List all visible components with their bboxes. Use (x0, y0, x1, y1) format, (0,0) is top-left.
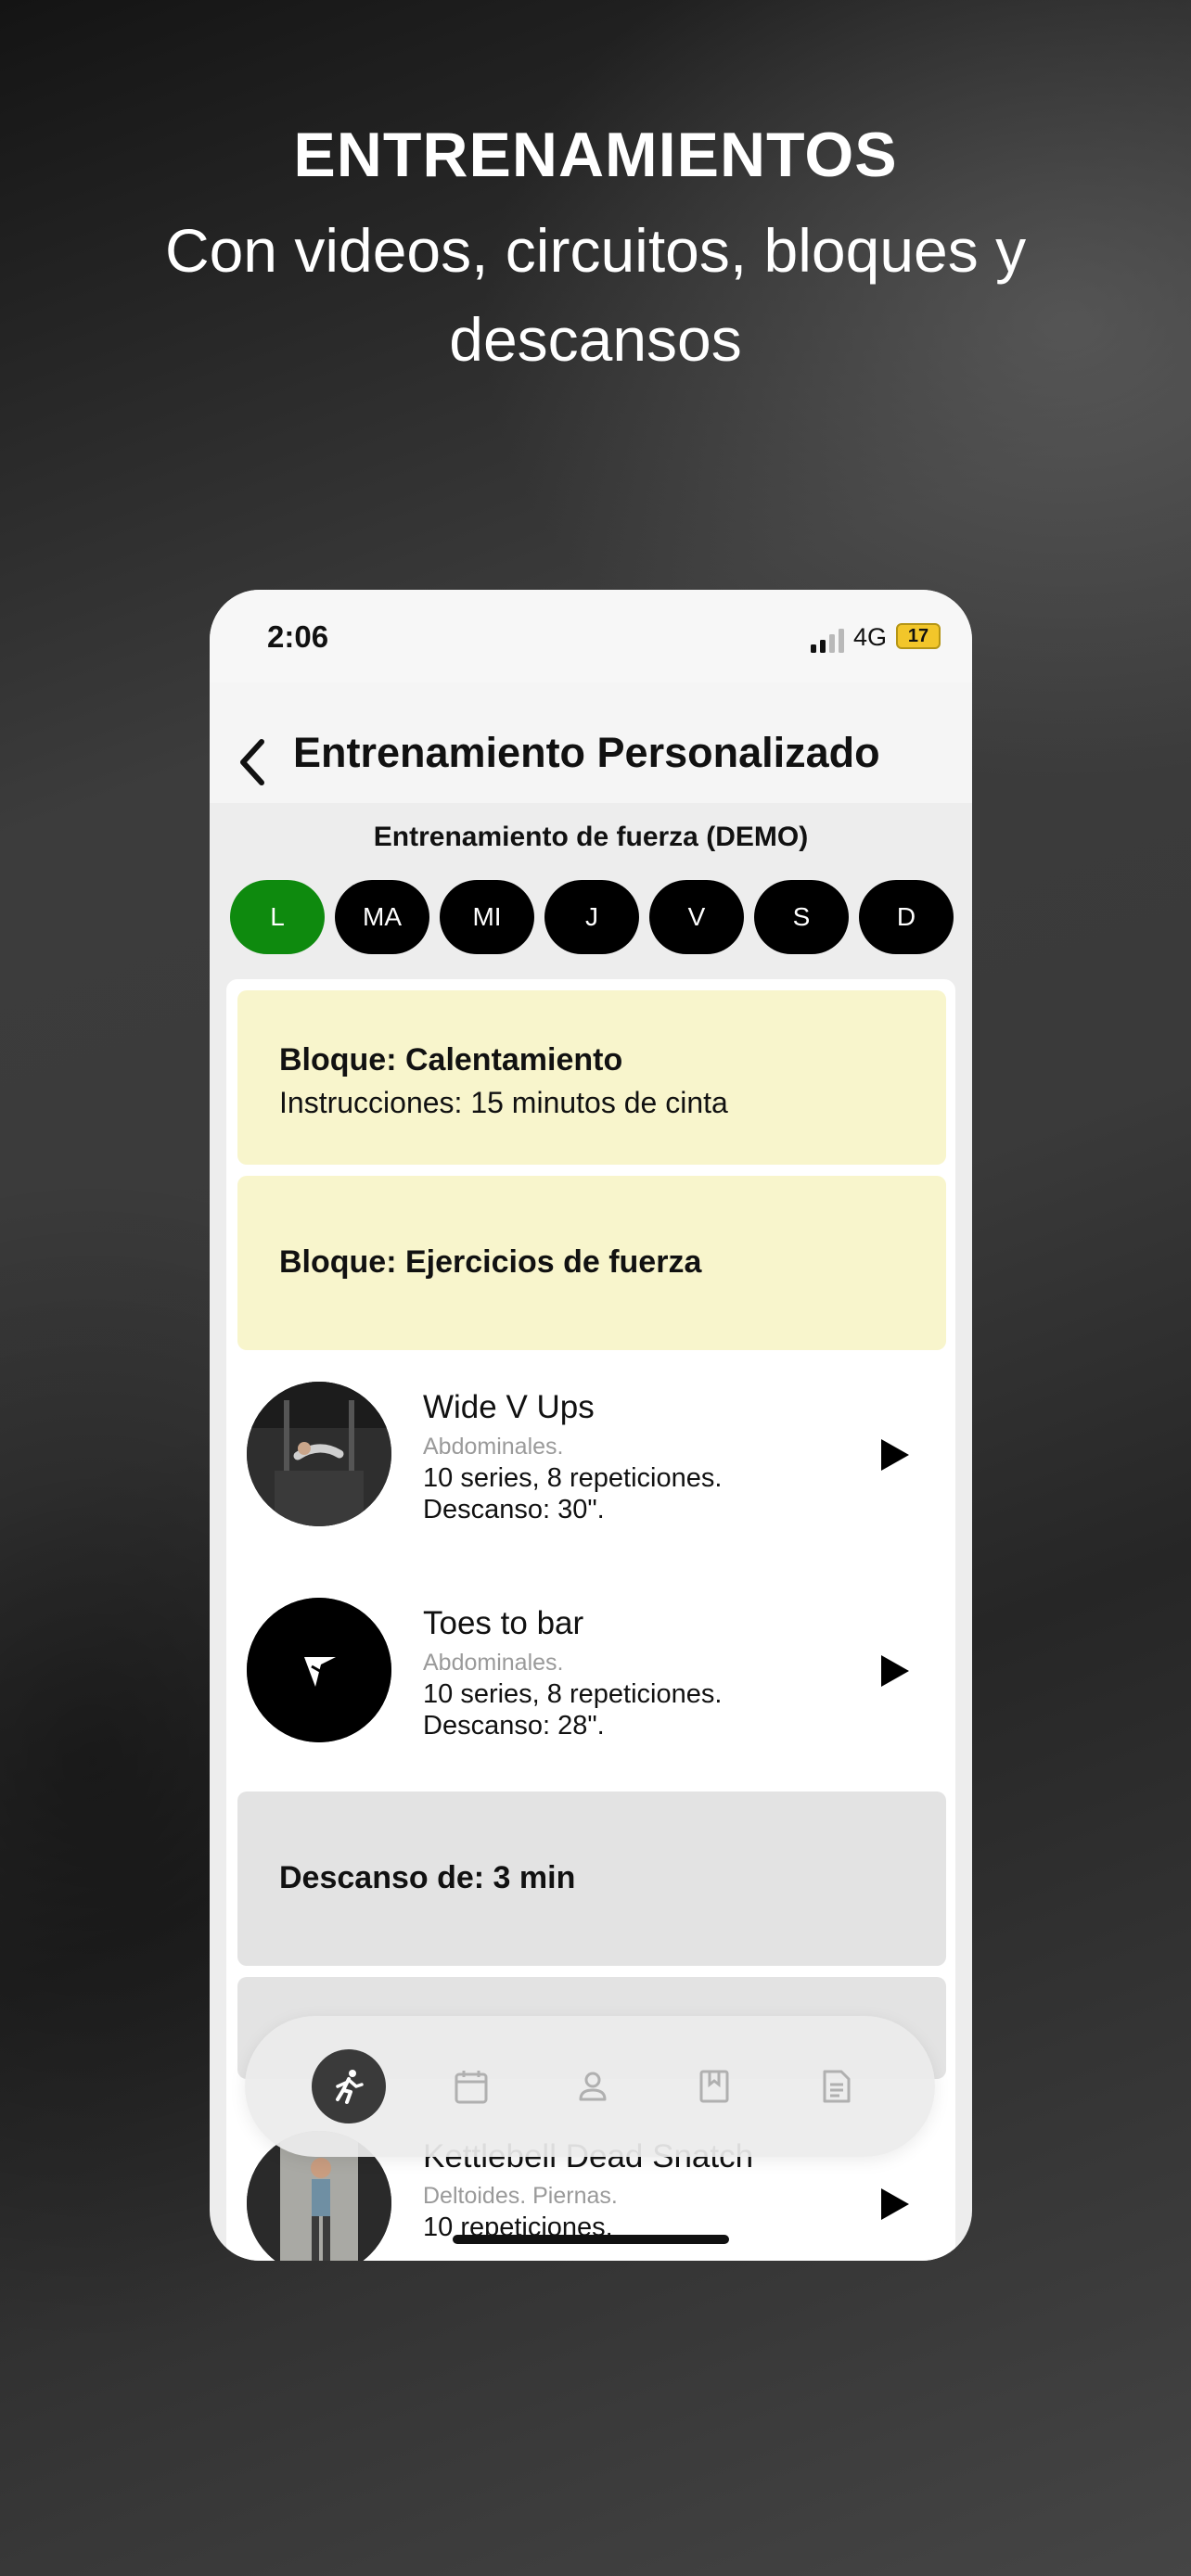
play-icon[interactable] (879, 1437, 911, 1473)
promo-title: ENTRENAMIENTOS (293, 120, 898, 190)
day-pill-jueves[interactable]: J (544, 880, 639, 954)
exercise-thumbnail (247, 1598, 391, 1742)
calendar-icon (455, 2071, 488, 2104)
play-icon[interactable] (879, 1653, 911, 1689)
day-pill-sabado[interactable]: S (754, 880, 849, 954)
network-label: 4G (853, 623, 888, 651)
tab-profile[interactable] (556, 2049, 630, 2123)
battery-level: 17 (907, 626, 929, 646)
play-icon[interactable] (879, 2187, 911, 2222)
tab-calendar[interactable] (434, 2049, 508, 2123)
block-instructions: Instrucciones: 15 minutos de cinta (279, 1086, 728, 1119)
exercise-name: Wide V Ups (423, 1389, 595, 1425)
tab-bar (245, 2016, 935, 2157)
person-icon (579, 2072, 607, 2101)
day-pill-lunes[interactable]: L (230, 880, 325, 954)
page-title: Entrenamiento Personalizado (293, 729, 880, 776)
status-bar: 2:06 4G 17 (210, 590, 972, 682)
battery-icon: 17 (896, 623, 941, 649)
block-warmup[interactable]: Bloque: Calentamiento Instrucciones: 15 … (237, 990, 946, 1165)
exercise-rest: Descanso: 30". (423, 1495, 605, 1524)
chevron-left-icon[interactable] (230, 733, 276, 788)
exercise-thumbnail (247, 1382, 391, 1526)
rest-title: Descanso de: 3 min (279, 1860, 576, 1895)
exercise-reps: 10 series, 8 repeticiones. (423, 1463, 723, 1493)
day-pill-martes[interactable]: MA (335, 880, 429, 954)
exercise-reps: 10 series, 8 repeticiones. (423, 1679, 723, 1709)
plan-name: Entrenamiento de fuerza (DEMO) (373, 822, 809, 852)
bookmark-icon (699, 2070, 729, 2103)
day-pill-domingo[interactable]: D (859, 880, 954, 954)
exercise-muscles: Deltoides. Piernas. (423, 2183, 618, 2209)
block-title: Bloque: Calentamiento (279, 1042, 623, 1078)
nav-bar: Entrenamiento Personalizado (210, 682, 972, 803)
tab-documents[interactable] (799, 2049, 873, 2123)
tab-workout[interactable] (312, 2049, 386, 2123)
block-title: Bloque: Ejercicios de fuerza (279, 1244, 702, 1280)
day-pill-viernes[interactable]: V (649, 880, 744, 954)
document-icon (823, 2070, 851, 2103)
day-selector: L MA MI J V S D (230, 880, 954, 954)
rest-block[interactable]: Descanso de: 3 min (237, 1792, 946, 1966)
exercise-name: Toes to bar (423, 1605, 584, 1641)
day-pill-miercoles[interactable]: MI (440, 880, 534, 954)
signal-icon (811, 629, 844, 653)
exercise-muscles: Abdominales. (423, 1434, 564, 1460)
phone-screen: 2:06 4G 17 Entrenamiento Personalizado E… (210, 590, 972, 2261)
status-time: 2:06 (267, 619, 329, 654)
exercise-muscles: Abdominales. (423, 1650, 564, 1676)
block-strength[interactable]: Bloque: Ejercicios de fuerza (237, 1176, 946, 1350)
home-indicator (453, 2235, 729, 2244)
tab-saved[interactable] (677, 2049, 751, 2123)
exercise-row[interactable]: Wide V Ups Abdominales. 10 series, 8 rep… (237, 1361, 946, 1547)
exercise-rest: Descanso: 28". (423, 1711, 605, 1741)
exercise-row[interactable]: Toes to bar Abdominales. 10 series, 8 re… (237, 1577, 946, 1763)
promo-subtitle: Con videos, circuitos, bloques y descans… (164, 216, 1027, 374)
running-icon (336, 2070, 364, 2104)
